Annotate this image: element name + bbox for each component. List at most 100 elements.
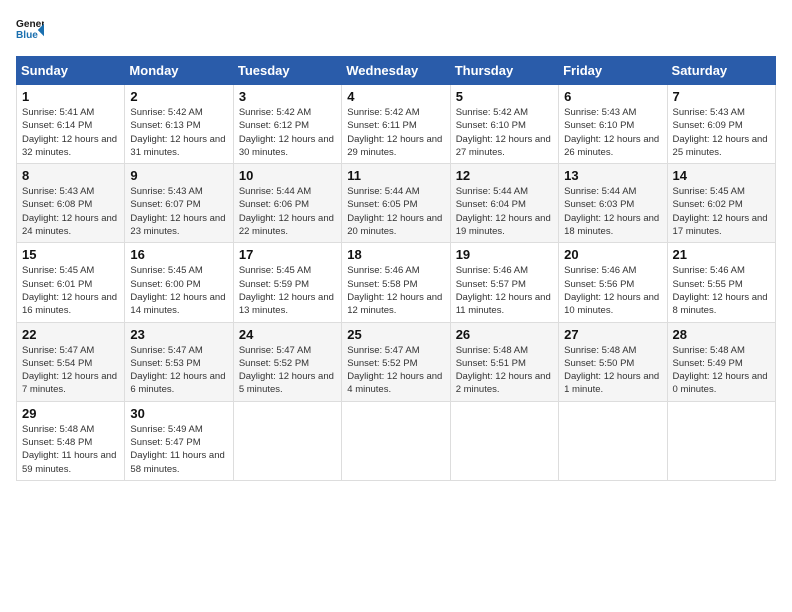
calendar-day-cell: 14 Sunrise: 5:45 AM Sunset: 6:02 PM Dayl… xyxy=(667,164,775,243)
calendar-day-cell: 12 Sunrise: 5:44 AM Sunset: 6:04 PM Dayl… xyxy=(450,164,558,243)
calendar-week-row: 15 Sunrise: 5:45 AM Sunset: 6:01 PM Dayl… xyxy=(17,243,776,322)
day-info: Sunrise: 5:44 AM Sunset: 6:04 PM Dayligh… xyxy=(456,185,553,238)
calendar-day-cell xyxy=(233,401,341,480)
calendar-day-cell: 28 Sunrise: 5:48 AM Sunset: 5:49 PM Dayl… xyxy=(667,322,775,401)
calendar-day-cell: 7 Sunrise: 5:43 AM Sunset: 6:09 PM Dayli… xyxy=(667,85,775,164)
day-number: 22 xyxy=(22,327,119,342)
calendar-day-cell: 30 Sunrise: 5:49 AM Sunset: 5:47 PM Dayl… xyxy=(125,401,233,480)
day-number: 20 xyxy=(564,247,661,262)
day-number: 1 xyxy=(22,89,119,104)
calendar-day-cell: 27 Sunrise: 5:48 AM Sunset: 5:50 PM Dayl… xyxy=(559,322,667,401)
day-info: Sunrise: 5:48 AM Sunset: 5:48 PM Dayligh… xyxy=(22,423,119,476)
day-info: Sunrise: 5:44 AM Sunset: 6:06 PM Dayligh… xyxy=(239,185,336,238)
day-number: 24 xyxy=(239,327,336,342)
calendar-week-row: 8 Sunrise: 5:43 AM Sunset: 6:08 PM Dayli… xyxy=(17,164,776,243)
day-number: 21 xyxy=(673,247,770,262)
calendar-day-cell: 16 Sunrise: 5:45 AM Sunset: 6:00 PM Dayl… xyxy=(125,243,233,322)
calendar-day-cell: 21 Sunrise: 5:46 AM Sunset: 5:55 PM Dayl… xyxy=(667,243,775,322)
day-number: 8 xyxy=(22,168,119,183)
day-info: Sunrise: 5:42 AM Sunset: 6:13 PM Dayligh… xyxy=(130,106,227,159)
calendar-day-cell: 20 Sunrise: 5:46 AM Sunset: 5:56 PM Dayl… xyxy=(559,243,667,322)
calendar-day-cell: 8 Sunrise: 5:43 AM Sunset: 6:08 PM Dayli… xyxy=(17,164,125,243)
calendar-day-cell: 15 Sunrise: 5:45 AM Sunset: 6:01 PM Dayl… xyxy=(17,243,125,322)
calendar-day-cell: 25 Sunrise: 5:47 AM Sunset: 5:52 PM Dayl… xyxy=(342,322,450,401)
day-number: 15 xyxy=(22,247,119,262)
calendar-week-row: 1 Sunrise: 5:41 AM Sunset: 6:14 PM Dayli… xyxy=(17,85,776,164)
weekday-header: Friday xyxy=(559,57,667,85)
calendar-day-cell xyxy=(667,401,775,480)
calendar-day-cell: 3 Sunrise: 5:42 AM Sunset: 6:12 PM Dayli… xyxy=(233,85,341,164)
day-info: Sunrise: 5:42 AM Sunset: 6:12 PM Dayligh… xyxy=(239,106,336,159)
calendar-day-cell: 10 Sunrise: 5:44 AM Sunset: 6:06 PM Dayl… xyxy=(233,164,341,243)
day-number: 16 xyxy=(130,247,227,262)
day-number: 10 xyxy=(239,168,336,183)
day-number: 6 xyxy=(564,89,661,104)
day-number: 7 xyxy=(673,89,770,104)
day-info: Sunrise: 5:42 AM Sunset: 6:11 PM Dayligh… xyxy=(347,106,444,159)
calendar-header-row: SundayMondayTuesdayWednesdayThursdayFrid… xyxy=(17,57,776,85)
day-number: 4 xyxy=(347,89,444,104)
logo: General Blue xyxy=(16,16,44,44)
svg-text:Blue: Blue xyxy=(16,30,38,41)
day-info: Sunrise: 5:47 AM Sunset: 5:52 PM Dayligh… xyxy=(239,344,336,397)
calendar-day-cell: 1 Sunrise: 5:41 AM Sunset: 6:14 PM Dayli… xyxy=(17,85,125,164)
calendar-day-cell xyxy=(450,401,558,480)
day-info: Sunrise: 5:48 AM Sunset: 5:50 PM Dayligh… xyxy=(564,344,661,397)
day-number: 30 xyxy=(130,406,227,421)
day-number: 5 xyxy=(456,89,553,104)
day-number: 14 xyxy=(673,168,770,183)
day-number: 3 xyxy=(239,89,336,104)
weekday-header: Sunday xyxy=(17,57,125,85)
calendar-day-cell: 5 Sunrise: 5:42 AM Sunset: 6:10 PM Dayli… xyxy=(450,85,558,164)
day-number: 12 xyxy=(456,168,553,183)
day-number: 29 xyxy=(22,406,119,421)
day-info: Sunrise: 5:48 AM Sunset: 5:51 PM Dayligh… xyxy=(456,344,553,397)
calendar-day-cell: 26 Sunrise: 5:48 AM Sunset: 5:51 PM Dayl… xyxy=(450,322,558,401)
day-info: Sunrise: 5:47 AM Sunset: 5:52 PM Dayligh… xyxy=(347,344,444,397)
weekday-header: Saturday xyxy=(667,57,775,85)
calendar-day-cell: 29 Sunrise: 5:48 AM Sunset: 5:48 PM Dayl… xyxy=(17,401,125,480)
weekday-header: Tuesday xyxy=(233,57,341,85)
calendar-day-cell: 13 Sunrise: 5:44 AM Sunset: 6:03 PM Dayl… xyxy=(559,164,667,243)
day-number: 11 xyxy=(347,168,444,183)
calendar-day-cell: 23 Sunrise: 5:47 AM Sunset: 5:53 PM Dayl… xyxy=(125,322,233,401)
calendar-day-cell xyxy=(559,401,667,480)
day-info: Sunrise: 5:42 AM Sunset: 6:10 PM Dayligh… xyxy=(456,106,553,159)
page-header: General Blue xyxy=(16,16,776,44)
weekday-header: Wednesday xyxy=(342,57,450,85)
day-number: 27 xyxy=(564,327,661,342)
calendar-table: SundayMondayTuesdayWednesdayThursdayFrid… xyxy=(16,56,776,481)
calendar-day-cell: 2 Sunrise: 5:42 AM Sunset: 6:13 PM Dayli… xyxy=(125,85,233,164)
day-number: 2 xyxy=(130,89,227,104)
day-info: Sunrise: 5:46 AM Sunset: 5:56 PM Dayligh… xyxy=(564,264,661,317)
day-number: 13 xyxy=(564,168,661,183)
day-number: 23 xyxy=(130,327,227,342)
day-info: Sunrise: 5:43 AM Sunset: 6:09 PM Dayligh… xyxy=(673,106,770,159)
day-number: 18 xyxy=(347,247,444,262)
calendar-day-cell: 24 Sunrise: 5:47 AM Sunset: 5:52 PM Dayl… xyxy=(233,322,341,401)
day-info: Sunrise: 5:44 AM Sunset: 6:03 PM Dayligh… xyxy=(564,185,661,238)
calendar-week-row: 22 Sunrise: 5:47 AM Sunset: 5:54 PM Dayl… xyxy=(17,322,776,401)
calendar-day-cell: 22 Sunrise: 5:47 AM Sunset: 5:54 PM Dayl… xyxy=(17,322,125,401)
day-info: Sunrise: 5:43 AM Sunset: 6:10 PM Dayligh… xyxy=(564,106,661,159)
day-info: Sunrise: 5:45 AM Sunset: 6:00 PM Dayligh… xyxy=(130,264,227,317)
weekday-header: Monday xyxy=(125,57,233,85)
day-info: Sunrise: 5:45 AM Sunset: 6:01 PM Dayligh… xyxy=(22,264,119,317)
calendar-day-cell: 19 Sunrise: 5:46 AM Sunset: 5:57 PM Dayl… xyxy=(450,243,558,322)
day-number: 17 xyxy=(239,247,336,262)
day-info: Sunrise: 5:46 AM Sunset: 5:55 PM Dayligh… xyxy=(673,264,770,317)
day-info: Sunrise: 5:49 AM Sunset: 5:47 PM Dayligh… xyxy=(130,423,227,476)
calendar-day-cell xyxy=(342,401,450,480)
day-info: Sunrise: 5:47 AM Sunset: 5:53 PM Dayligh… xyxy=(130,344,227,397)
day-number: 9 xyxy=(130,168,227,183)
day-info: Sunrise: 5:41 AM Sunset: 6:14 PM Dayligh… xyxy=(22,106,119,159)
calendar-day-cell: 9 Sunrise: 5:43 AM Sunset: 6:07 PM Dayli… xyxy=(125,164,233,243)
day-info: Sunrise: 5:43 AM Sunset: 6:08 PM Dayligh… xyxy=(22,185,119,238)
calendar-week-row: 29 Sunrise: 5:48 AM Sunset: 5:48 PM Dayl… xyxy=(17,401,776,480)
day-info: Sunrise: 5:47 AM Sunset: 5:54 PM Dayligh… xyxy=(22,344,119,397)
calendar-day-cell: 11 Sunrise: 5:44 AM Sunset: 6:05 PM Dayl… xyxy=(342,164,450,243)
calendar-day-cell: 4 Sunrise: 5:42 AM Sunset: 6:11 PM Dayli… xyxy=(342,85,450,164)
day-info: Sunrise: 5:43 AM Sunset: 6:07 PM Dayligh… xyxy=(130,185,227,238)
logo-icon: General Blue xyxy=(16,16,44,44)
day-number: 19 xyxy=(456,247,553,262)
